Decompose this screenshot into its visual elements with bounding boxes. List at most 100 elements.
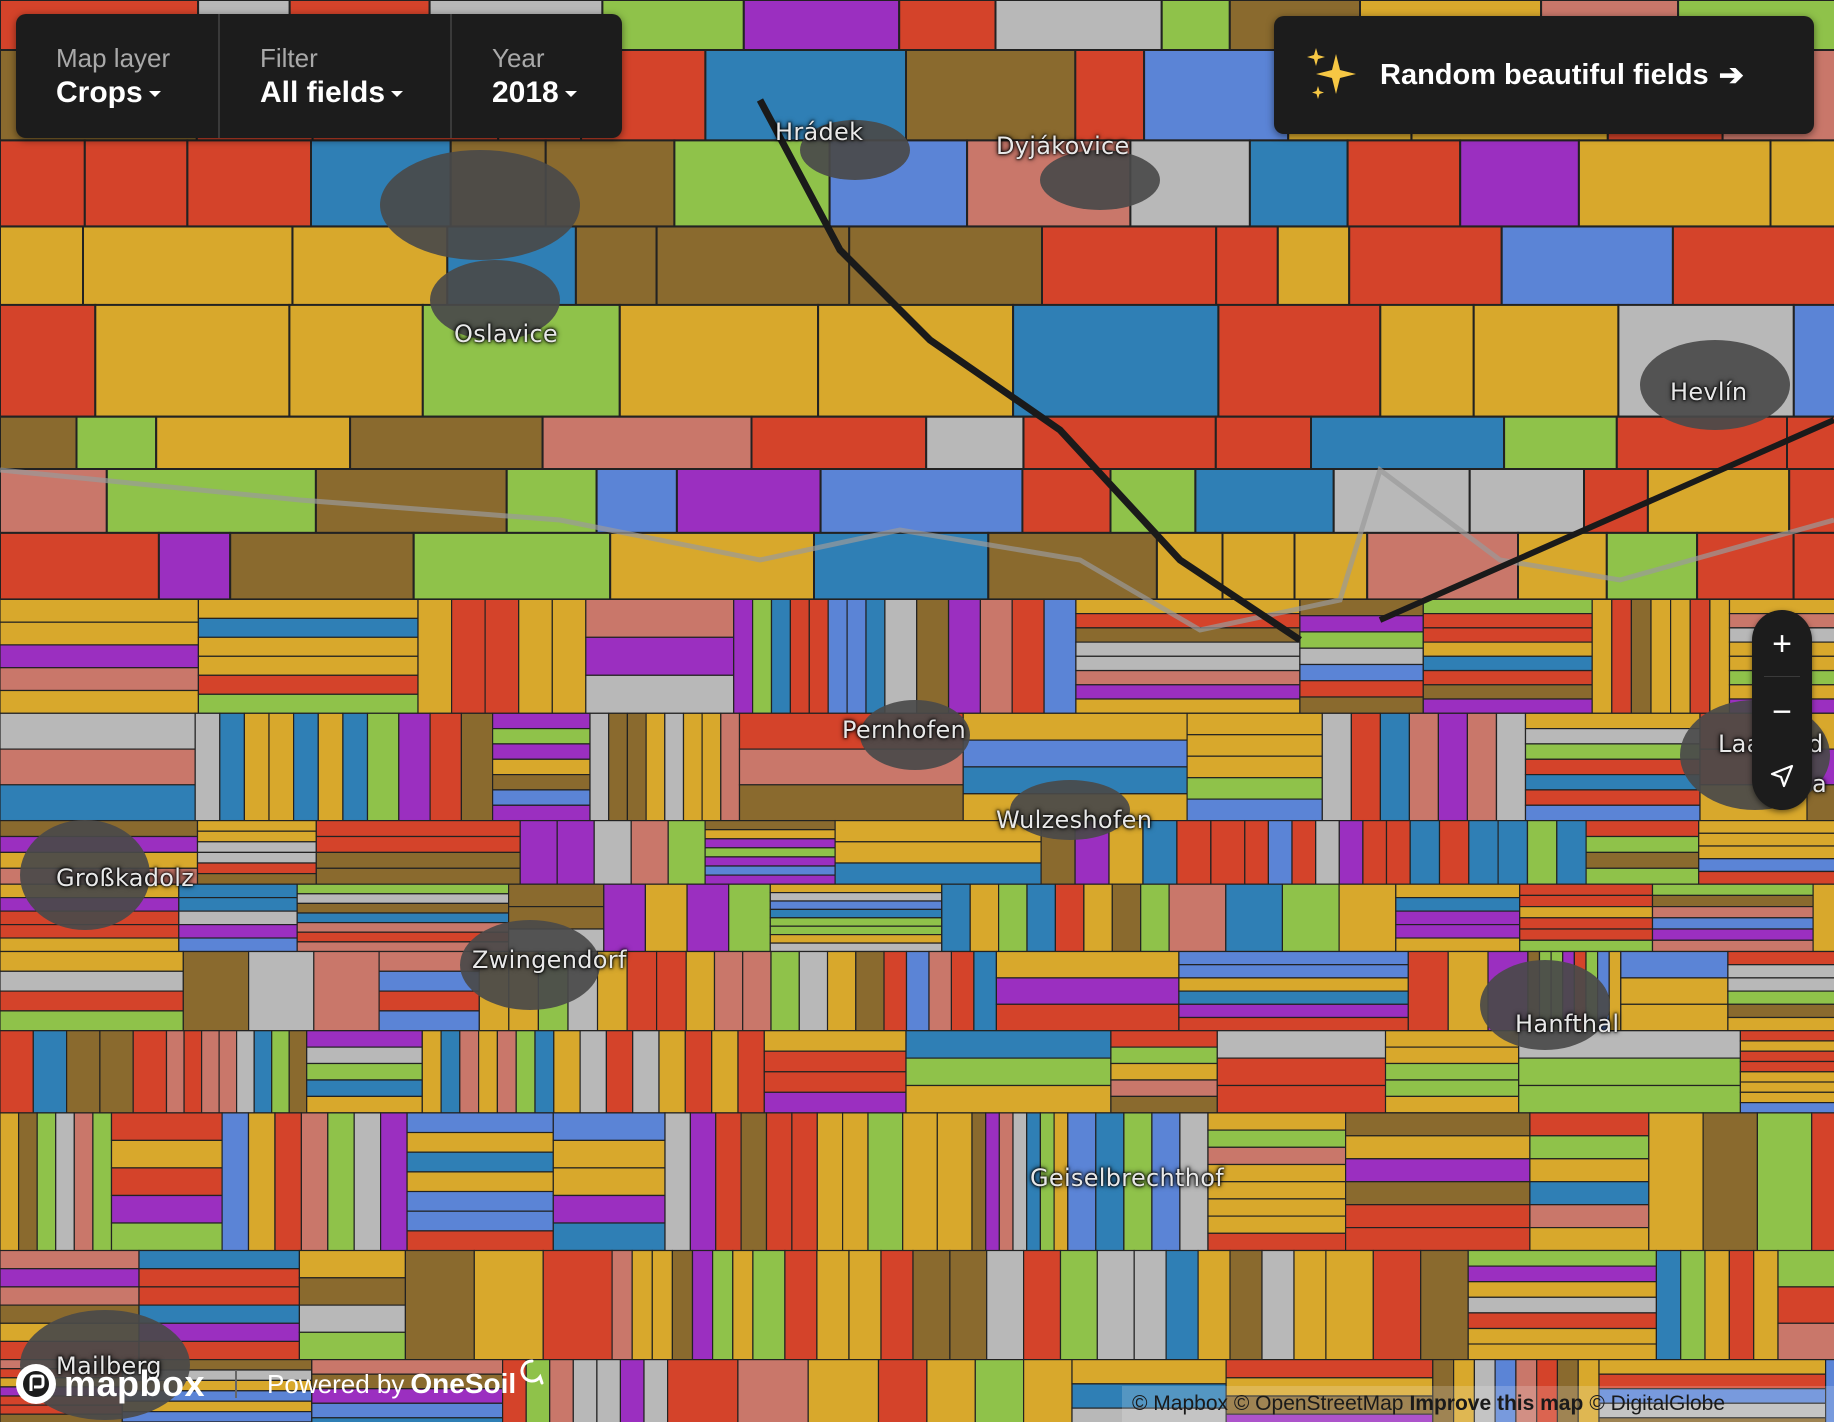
field-parcel[interactable] — [572, 1358, 598, 1422]
field-parcel[interactable] — [1344, 1112, 1531, 1137]
field-parcel[interactable] — [1651, 883, 1814, 897]
field-parcel[interactable] — [0, 1010, 184, 1032]
field-parcel[interactable] — [985, 1112, 1001, 1252]
field-parcel[interactable] — [296, 921, 510, 933]
field-parcel[interactable] — [867, 1112, 904, 1252]
field-parcel[interactable] — [1344, 1158, 1531, 1183]
field-parcel[interactable] — [55, 1112, 75, 1252]
field-parcel[interactable] — [1422, 669, 1593, 686]
field-parcel[interactable] — [0, 415, 78, 471]
field-parcel[interactable] — [713, 950, 744, 1032]
field-parcel[interactable] — [311, 1417, 504, 1422]
field-parcel[interactable] — [1727, 950, 1834, 966]
field-parcel[interactable] — [406, 1190, 554, 1212]
field-parcel[interactable] — [288, 1030, 308, 1114]
field-parcel[interactable] — [110, 1167, 223, 1197]
field-parcel[interactable] — [406, 1131, 554, 1153]
field-parcel[interactable] — [816, 1249, 850, 1361]
field-parcel[interactable] — [1012, 303, 1220, 418]
field-parcel[interactable] — [196, 819, 317, 832]
field-parcel[interactable] — [973, 950, 998, 1032]
field-parcel[interactable] — [974, 1358, 1025, 1422]
field-parcel[interactable] — [1186, 798, 1323, 822]
field-parcel[interactable] — [1420, 1249, 1469, 1361]
field-parcel[interactable] — [905, 950, 930, 1032]
field-parcel[interactable] — [1739, 1060, 1834, 1073]
field-parcel[interactable] — [342, 712, 369, 822]
field-parcel[interactable] — [1777, 1322, 1834, 1361]
field-parcel[interactable] — [508, 883, 605, 908]
field-parcel[interactable] — [603, 883, 646, 953]
field-parcel[interactable] — [0, 950, 184, 972]
field-parcel[interactable] — [201, 1030, 220, 1114]
field-parcel[interactable] — [704, 819, 836, 831]
field-parcel[interactable] — [1680, 1249, 1706, 1361]
field-parcel[interactable] — [950, 950, 975, 1032]
field-parcel[interactable] — [979, 598, 1013, 714]
field-parcel[interactable] — [178, 923, 298, 939]
field-parcel[interactable] — [1519, 917, 1654, 930]
field-parcel[interactable] — [478, 1030, 499, 1114]
field-parcel[interactable] — [1459, 139, 1580, 228]
field-parcel[interactable] — [936, 1112, 973, 1252]
field-parcel[interactable] — [1620, 1003, 1729, 1032]
field-parcel[interactable] — [1727, 977, 1834, 992]
field-parcel[interactable] — [0, 667, 199, 692]
field-parcel[interactable] — [0, 990, 184, 1012]
field-parcel[interactable] — [841, 1112, 869, 1252]
field-parcel[interactable] — [691, 1249, 714, 1361]
field-parcel[interactable] — [732, 1249, 754, 1361]
field-parcel[interactable] — [686, 883, 730, 953]
field-parcel[interactable] — [1217, 303, 1382, 418]
mapbox-logo-text[interactable]: mapbox — [64, 1363, 205, 1405]
field-parcel[interactable] — [1792, 303, 1834, 418]
field-parcel[interactable] — [0, 644, 199, 669]
field-parcel[interactable] — [178, 883, 298, 899]
field-parcel[interactable] — [549, 1358, 574, 1422]
field-parcel[interactable] — [994, 0, 1163, 51]
field-parcel[interactable] — [1524, 712, 1701, 730]
field-parcel[interactable] — [197, 598, 419, 620]
field-parcel[interactable] — [0, 1286, 140, 1306]
field-parcel[interactable] — [1698, 845, 1834, 860]
field-parcel[interactable] — [229, 531, 415, 601]
field-parcel[interactable] — [1651, 894, 1814, 908]
field-parcel[interactable] — [1739, 1040, 1834, 1052]
attribution-osm[interactable]: © OpenStreetMap — [1234, 1392, 1404, 1416]
field-parcel[interactable] — [905, 49, 1077, 142]
field-parcel[interactable] — [1519, 928, 1654, 941]
field-parcel[interactable] — [1111, 883, 1142, 953]
field-parcel[interactable] — [1422, 627, 1593, 643]
field-parcel[interactable] — [1529, 1158, 1650, 1183]
field-parcel[interactable] — [138, 1268, 300, 1288]
field-parcel[interactable] — [1651, 905, 1814, 919]
field-parcel[interactable] — [880, 1249, 914, 1361]
field-parcel[interactable] — [553, 1030, 581, 1114]
field-parcel[interactable] — [605, 1030, 634, 1114]
field-parcel[interactable] — [1110, 1062, 1218, 1081]
field-parcel[interactable] — [197, 674, 419, 695]
field-parcel[interactable] — [769, 883, 943, 894]
field-parcel[interactable] — [1075, 598, 1301, 615]
field-parcel[interactable] — [1651, 939, 1814, 953]
field-parcel[interactable] — [0, 712, 196, 750]
attribution-digitalglobe[interactable]: © DigitalGlobe — [1589, 1392, 1725, 1416]
field-parcel[interactable] — [682, 712, 703, 822]
field-parcel[interactable] — [827, 598, 848, 714]
field-parcel[interactable] — [194, 712, 221, 822]
field-parcel[interactable] — [1344, 1135, 1531, 1160]
field-parcel[interactable] — [1524, 789, 1701, 806]
field-parcel[interactable] — [178, 896, 298, 912]
field-parcel[interactable] — [247, 1112, 276, 1252]
field-parcel[interactable] — [1605, 531, 1699, 601]
field-parcel[interactable] — [1186, 755, 1323, 779]
field-parcel[interactable] — [601, 0, 745, 51]
field-parcel[interactable] — [1299, 680, 1424, 698]
field-parcel[interactable] — [789, 598, 810, 714]
field-parcel[interactable] — [704, 847, 836, 858]
field-parcel[interactable] — [1197, 1249, 1231, 1361]
field-parcel[interactable] — [1585, 867, 1700, 885]
field-parcel[interactable] — [995, 977, 1180, 1005]
field-parcel[interactable] — [738, 784, 964, 822]
field-parcel[interactable] — [313, 950, 380, 1032]
